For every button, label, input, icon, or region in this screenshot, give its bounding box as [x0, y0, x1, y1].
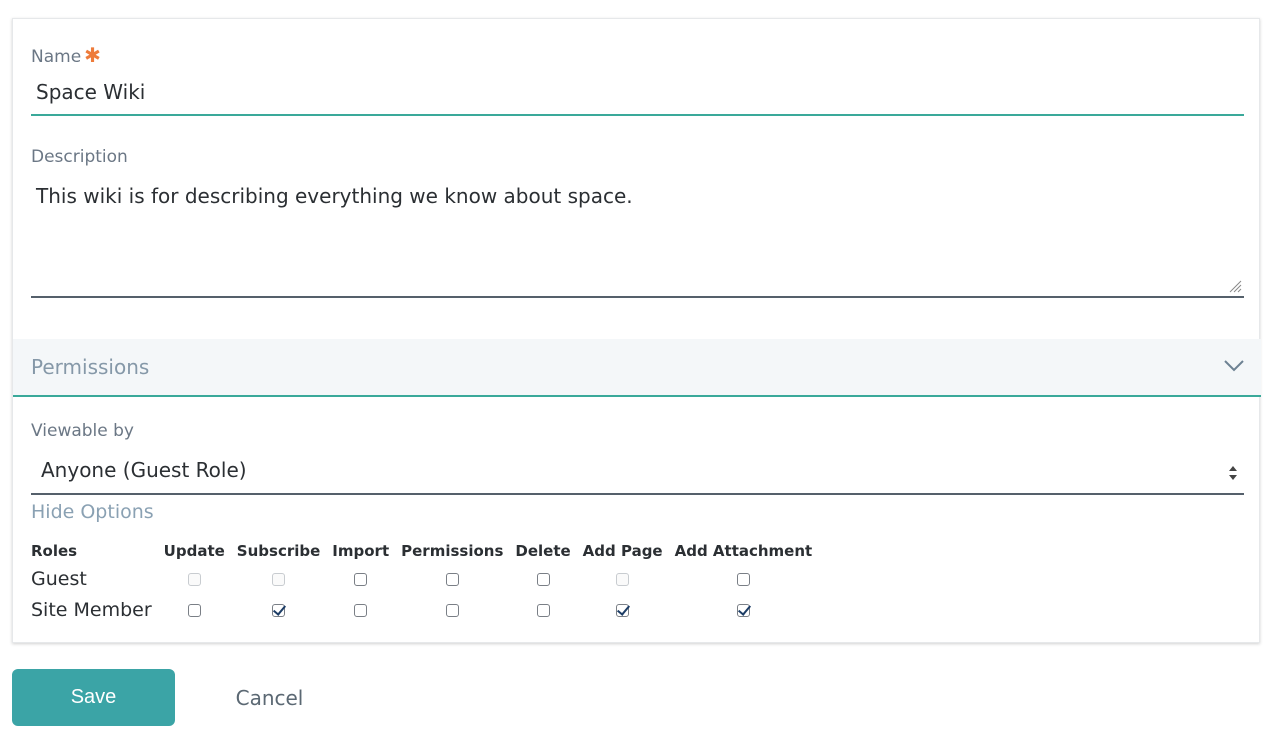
permission-checkbox[interactable] — [354, 604, 368, 617]
viewable-by-select[interactable]: Anyone (Guest Role) — [31, 453, 1244, 495]
asterisk-icon: ✱ — [84, 43, 101, 67]
table-header-row: Roles Update Subscribe Import Permissions Del… — [31, 539, 818, 563]
permission-checkbox[interactable] — [272, 604, 286, 617]
name-label: Name ✱ — [31, 43, 101, 67]
hide-options-link[interactable]: Hide Options — [31, 501, 154, 523]
name-input[interactable]: Space Wiki — [31, 75, 1244, 116]
permission-checkbox[interactable] — [736, 573, 750, 586]
table-row: Guest — [31, 563, 818, 594]
chevron-down-icon[interactable] — [1223, 359, 1245, 373]
description-text: This wiki is for describing everything w… — [36, 184, 633, 208]
column-header: Roles — [31, 542, 78, 560]
permission-cell — [395, 594, 509, 625]
save-button[interactable]: Save — [12, 669, 175, 726]
description-textarea[interactable]: This wiki is for describing everything w… — [31, 179, 1244, 298]
viewable-by-label: Viewable by — [31, 421, 134, 441]
permission-cell — [326, 563, 395, 594]
permission-cell — [577, 563, 669, 594]
column-header: Update — [163, 542, 225, 560]
permission-cell — [509, 563, 576, 594]
permission-cell — [669, 563, 819, 594]
column-header: Add Page — [582, 542, 663, 560]
permission-cell — [577, 594, 669, 625]
permission-cell — [158, 563, 231, 594]
column-header: Add Attachment — [674, 542, 813, 560]
role-name: Guest — [31, 567, 87, 590]
column-header: Delete — [515, 542, 571, 560]
permission-checkbox[interactable] — [445, 604, 459, 617]
permission-cell — [509, 594, 576, 625]
name-label-text: Name — [31, 47, 82, 67]
resize-grip-icon[interactable] — [1228, 279, 1242, 293]
column-header: Import — [332, 542, 390, 560]
permission-cell — [158, 594, 231, 625]
role-permissions-table: Roles Update Subscribe Import Permissions Del… — [31, 539, 818, 625]
permission-cell — [231, 563, 327, 594]
permission-checkbox[interactable] — [187, 604, 201, 617]
role-name: Site Member — [31, 598, 152, 621]
permission-checkbox[interactable] — [354, 573, 368, 586]
permissions-header[interactable]: Permissions — [13, 339, 1261, 397]
permission-checkbox[interactable] — [445, 573, 459, 586]
permission-cell — [669, 594, 819, 625]
table-row: Site Member — [31, 594, 818, 625]
permission-checkbox[interactable] — [736, 604, 750, 617]
permission-cell — [395, 563, 509, 594]
permission-checkbox[interactable] — [536, 573, 550, 586]
column-header: Permissions — [401, 542, 504, 560]
permission-cell — [231, 594, 327, 625]
permission-cell — [326, 594, 395, 625]
space-form-card: Name ✱ Space Wiki Description This wiki i… — [12, 18, 1261, 643]
permission-checkbox[interactable] — [616, 604, 630, 617]
permission-checkbox[interactable] — [536, 604, 550, 617]
column-header: Subscribe — [236, 542, 321, 560]
permission-checkbox — [187, 573, 201, 586]
permissions-title: Permissions — [31, 355, 150, 379]
description-label: Description — [31, 147, 128, 167]
cancel-button[interactable]: Cancel — [222, 669, 317, 726]
permission-checkbox — [272, 573, 286, 586]
permission-checkbox — [616, 573, 630, 586]
viewable-by-value: Anyone (Guest Role) — [41, 458, 247, 482]
select-updown-icon — [1229, 466, 1237, 480]
